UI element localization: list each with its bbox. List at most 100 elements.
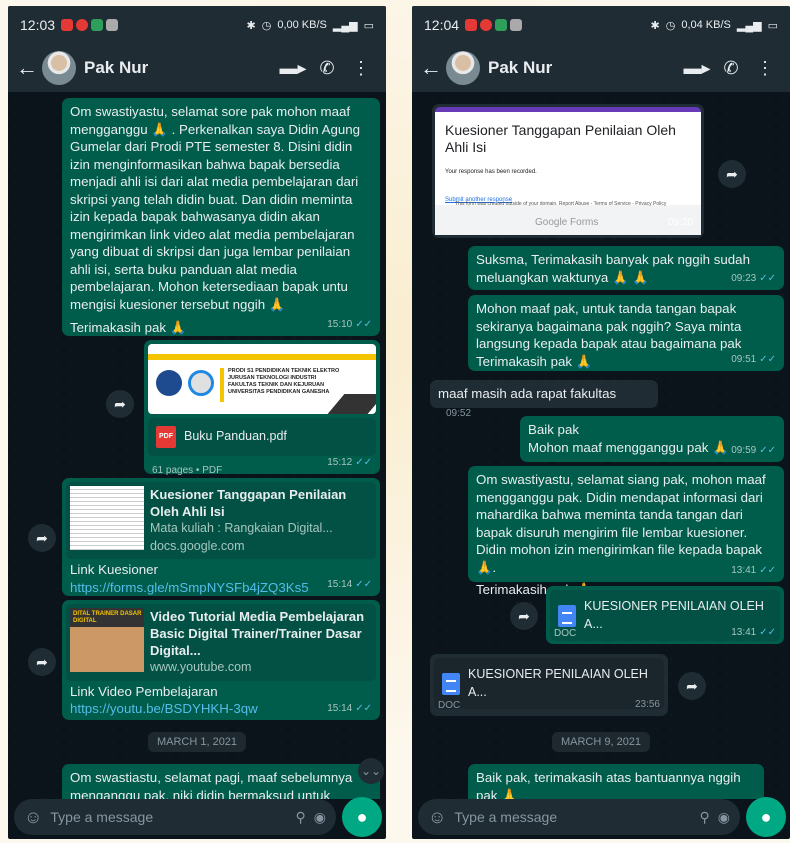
forward-icon[interactable]: ➦ (678, 672, 706, 700)
pdf-cover-line: PRODI S1 PENDIDIKAN TEKNIK ELEKTRO (228, 368, 340, 374)
forward-icon[interactable]: ➦ (28, 648, 56, 676)
date-separator: MARCH 9, 2021 (551, 732, 651, 752)
document-row[interactable]: KUESIONER PENILAIAN OLEH A... (434, 658, 664, 709)
app-notification-icon (465, 19, 478, 31)
document-message[interactable]: KUESIONER PENILAIAN OLEH A... DOC 23:56 (430, 654, 668, 716)
video-call-icon[interactable]: ▬▸ (276, 58, 310, 79)
message-outgoing[interactable]: Suksma, Terimakasih banyak pak nggih sud… (468, 246, 784, 290)
image-message[interactable]: Kuesioner Tanggapan Penilaian Oleh Ahli … (432, 104, 704, 238)
battery-icon: ▭ (767, 19, 778, 32)
document-message[interactable]: KUESIONER PENILAIAN OLEH A... DOC 13:41 ✓… (546, 586, 784, 644)
preview-title: Video Tutorial Media Pembelajaran Basic … (150, 609, 365, 658)
link-preview-card[interactable]: Kuesioner Tanggapan Penilaian Oleh Ahli … (66, 482, 376, 559)
message-time: 15:10 ✓✓ (327, 318, 372, 330)
link-preview-message[interactable]: DITAL TRAINER DASAR DIGITAL Video Tutori… (62, 600, 380, 720)
camera-icon[interactable]: ◉ (314, 809, 326, 826)
pdf-cover-line: JURUSAN TEKNOLOGI INDUSTRI (228, 375, 317, 381)
forward-icon[interactable]: ➦ (28, 524, 56, 552)
department-logo-icon (188, 370, 214, 396)
menu-icon[interactable]: ⋮ (748, 58, 782, 79)
mic-button[interactable]: ● (342, 797, 382, 837)
voice-call-icon[interactable]: ✆ (714, 58, 748, 79)
emoji-icon[interactable]: ☺ (428, 807, 446, 828)
forward-icon[interactable]: ➦ (106, 390, 134, 418)
video-call-icon[interactable]: ▬▸ (680, 58, 714, 79)
notification-icons (465, 19, 523, 31)
message-time: 09:23 ✓✓ (731, 272, 776, 284)
message-outgoing[interactable]: Baik pak Mohon maaf mengganggu pak 🙏 09:… (520, 416, 784, 462)
bluetooth-icon: ✱ (246, 19, 256, 32)
message-input[interactable]: Type a message (454, 809, 691, 825)
message-list[interactable]: Kuesioner Tanggapan Penilaian Oleh Ahli … (412, 92, 790, 799)
chat-notification-icon (480, 19, 493, 31)
attach-icon[interactable]: ⚲ (296, 809, 306, 826)
pdf-document-message[interactable]: PRODI S1 PENDIDIKAN TEKNIK ELEKTRO JURUS… (144, 340, 380, 476)
alarm-icon: ◷ (665, 19, 676, 32)
pdf-file-row[interactable]: PDF Buku Panduan.pdf (148, 418, 376, 456)
status-time: 12:03 (20, 17, 56, 33)
doc-file-icon (558, 604, 576, 627)
forward-icon[interactable]: ➦ (718, 160, 746, 188)
pdf-file-name: Buku Panduan.pdf (184, 429, 287, 444)
status-right: ✱ ◷ 0,00 KB/S ▂▄▆ ▭ (247, 19, 375, 32)
message-time: 09:51 ✓✓ (731, 353, 776, 365)
app-notification-icon (61, 19, 74, 31)
forward-icon[interactable]: ➦ (510, 602, 538, 630)
notification-icons (61, 19, 119, 31)
message-incoming[interactable]: maaf masih ada rapat fakultas 09:52 (430, 380, 658, 419)
message-list[interactable]: Om swastiyastu, selamat sore pak mohon m… (8, 92, 386, 799)
link-preview-message[interactable]: Kuesioner Tanggapan Penilaian Oleh Ahli … (62, 478, 380, 596)
signal-icon: ▂▄▆ (332, 19, 358, 32)
contact-name[interactable]: Pak Nur (84, 58, 276, 78)
message-outgoing[interactable]: Om swastiastu, selamat pagi, maaf sebelu… (62, 764, 380, 799)
message-text: Baik pak, terimakasih atas bantuannya ng… (476, 770, 741, 799)
message-outgoing[interactable]: Mohon maaf pak, untuk tanda tangan bapak… (468, 295, 784, 371)
mic-icon: ● (356, 806, 368, 827)
message-input[interactable]: Type a message (50, 809, 287, 825)
date-separator: MARCH 1, 2021 (147, 732, 247, 752)
bluetooth-icon: ✱ (650, 19, 660, 32)
menu-icon[interactable]: ⋮ (344, 58, 378, 79)
chat-header: ← Pak Nur ▬▸ ✆ ⋮ (412, 44, 790, 92)
message-outgoing[interactable]: Om swastiyastu, selamat siang pak, mohon… (468, 466, 784, 597)
document-name: KUESIONER PENILAIAN OLEH A... (468, 667, 648, 699)
mic-icon: ● (760, 806, 772, 827)
status-right: ✱ ◷ 0,04 KB/S ▂▄▆ ▭ (651, 19, 779, 32)
avatar[interactable] (42, 51, 76, 85)
emoji-icon[interactable]: ☺ (24, 807, 42, 828)
message-outgoing[interactable]: Om swastiyastu, selamat sore pak mohon m… (62, 98, 380, 336)
message-time: 13:41 ✓✓ (731, 626, 776, 638)
document-type: DOC (554, 627, 577, 639)
preview-domain: www.youtube.com (150, 660, 252, 674)
alarm-icon: ◷ (261, 19, 272, 32)
app-notification-icon (106, 19, 119, 31)
camera-icon[interactable]: ◉ (718, 809, 730, 826)
preview-domain: docs.google.com (150, 538, 245, 553)
form-screenshot-image: Kuesioner Tanggapan Penilaian Oleh Ahli … (435, 107, 701, 235)
university-logo-icon (156, 370, 182, 396)
status-time: 12:04 (424, 17, 460, 33)
document-type: DOC (438, 699, 461, 711)
message-time: 15:14 ✓✓ (327, 702, 372, 714)
message-time: 15:12 ✓✓ (327, 456, 372, 468)
app-notification-icon (510, 19, 523, 31)
message-time: 13:41 ✓✓ (731, 564, 776, 576)
mic-button[interactable]: ● (746, 797, 786, 837)
video-thumbnail: DITAL TRAINER DASAR DIGITAL (70, 608, 144, 672)
status-bar: 12:04 ✱ ◷ 0,04 KB/S ▂▄▆ ▭ (412, 6, 790, 44)
right-screenshot: 12:04 ✱ ◷ 0,04 KB/S ▂▄▆ ▭ ← Pak Nur ▬▸ ✆… (412, 6, 790, 839)
contact-name[interactable]: Pak Nur (488, 58, 680, 78)
status-bar: 12:03 ✱ ◷ 0,00 KB/S ▂▄▆ ▭ (8, 6, 386, 44)
link-preview-card[interactable]: DITAL TRAINER DASAR DIGITAL Video Tutori… (66, 604, 376, 681)
back-arrow-icon[interactable]: ← (420, 55, 442, 81)
attach-icon[interactable]: ⚲ (700, 809, 710, 826)
left-screenshot: 12:03 ✱ ◷ 0,00 KB/S ▂▄▆ ▭ ← Pak Nur ▬▸ ✆… (8, 6, 386, 839)
voice-call-icon[interactable]: ✆ (310, 58, 344, 79)
scroll-down-icon[interactable]: ⌄⌄ (358, 758, 384, 784)
message-outgoing[interactable]: Baik pak, terimakasih atas bantuannya ng… (468, 764, 764, 799)
read-ticks-icon: ✓✓ (355, 318, 372, 330)
avatar[interactable] (446, 51, 480, 85)
back-arrow-icon[interactable]: ← (16, 55, 38, 81)
message-input-bar[interactable]: ☺ Type a message ⚲ ◉ (418, 799, 740, 835)
message-input-bar[interactable]: ☺ Type a message ⚲ ◉ (14, 799, 336, 835)
